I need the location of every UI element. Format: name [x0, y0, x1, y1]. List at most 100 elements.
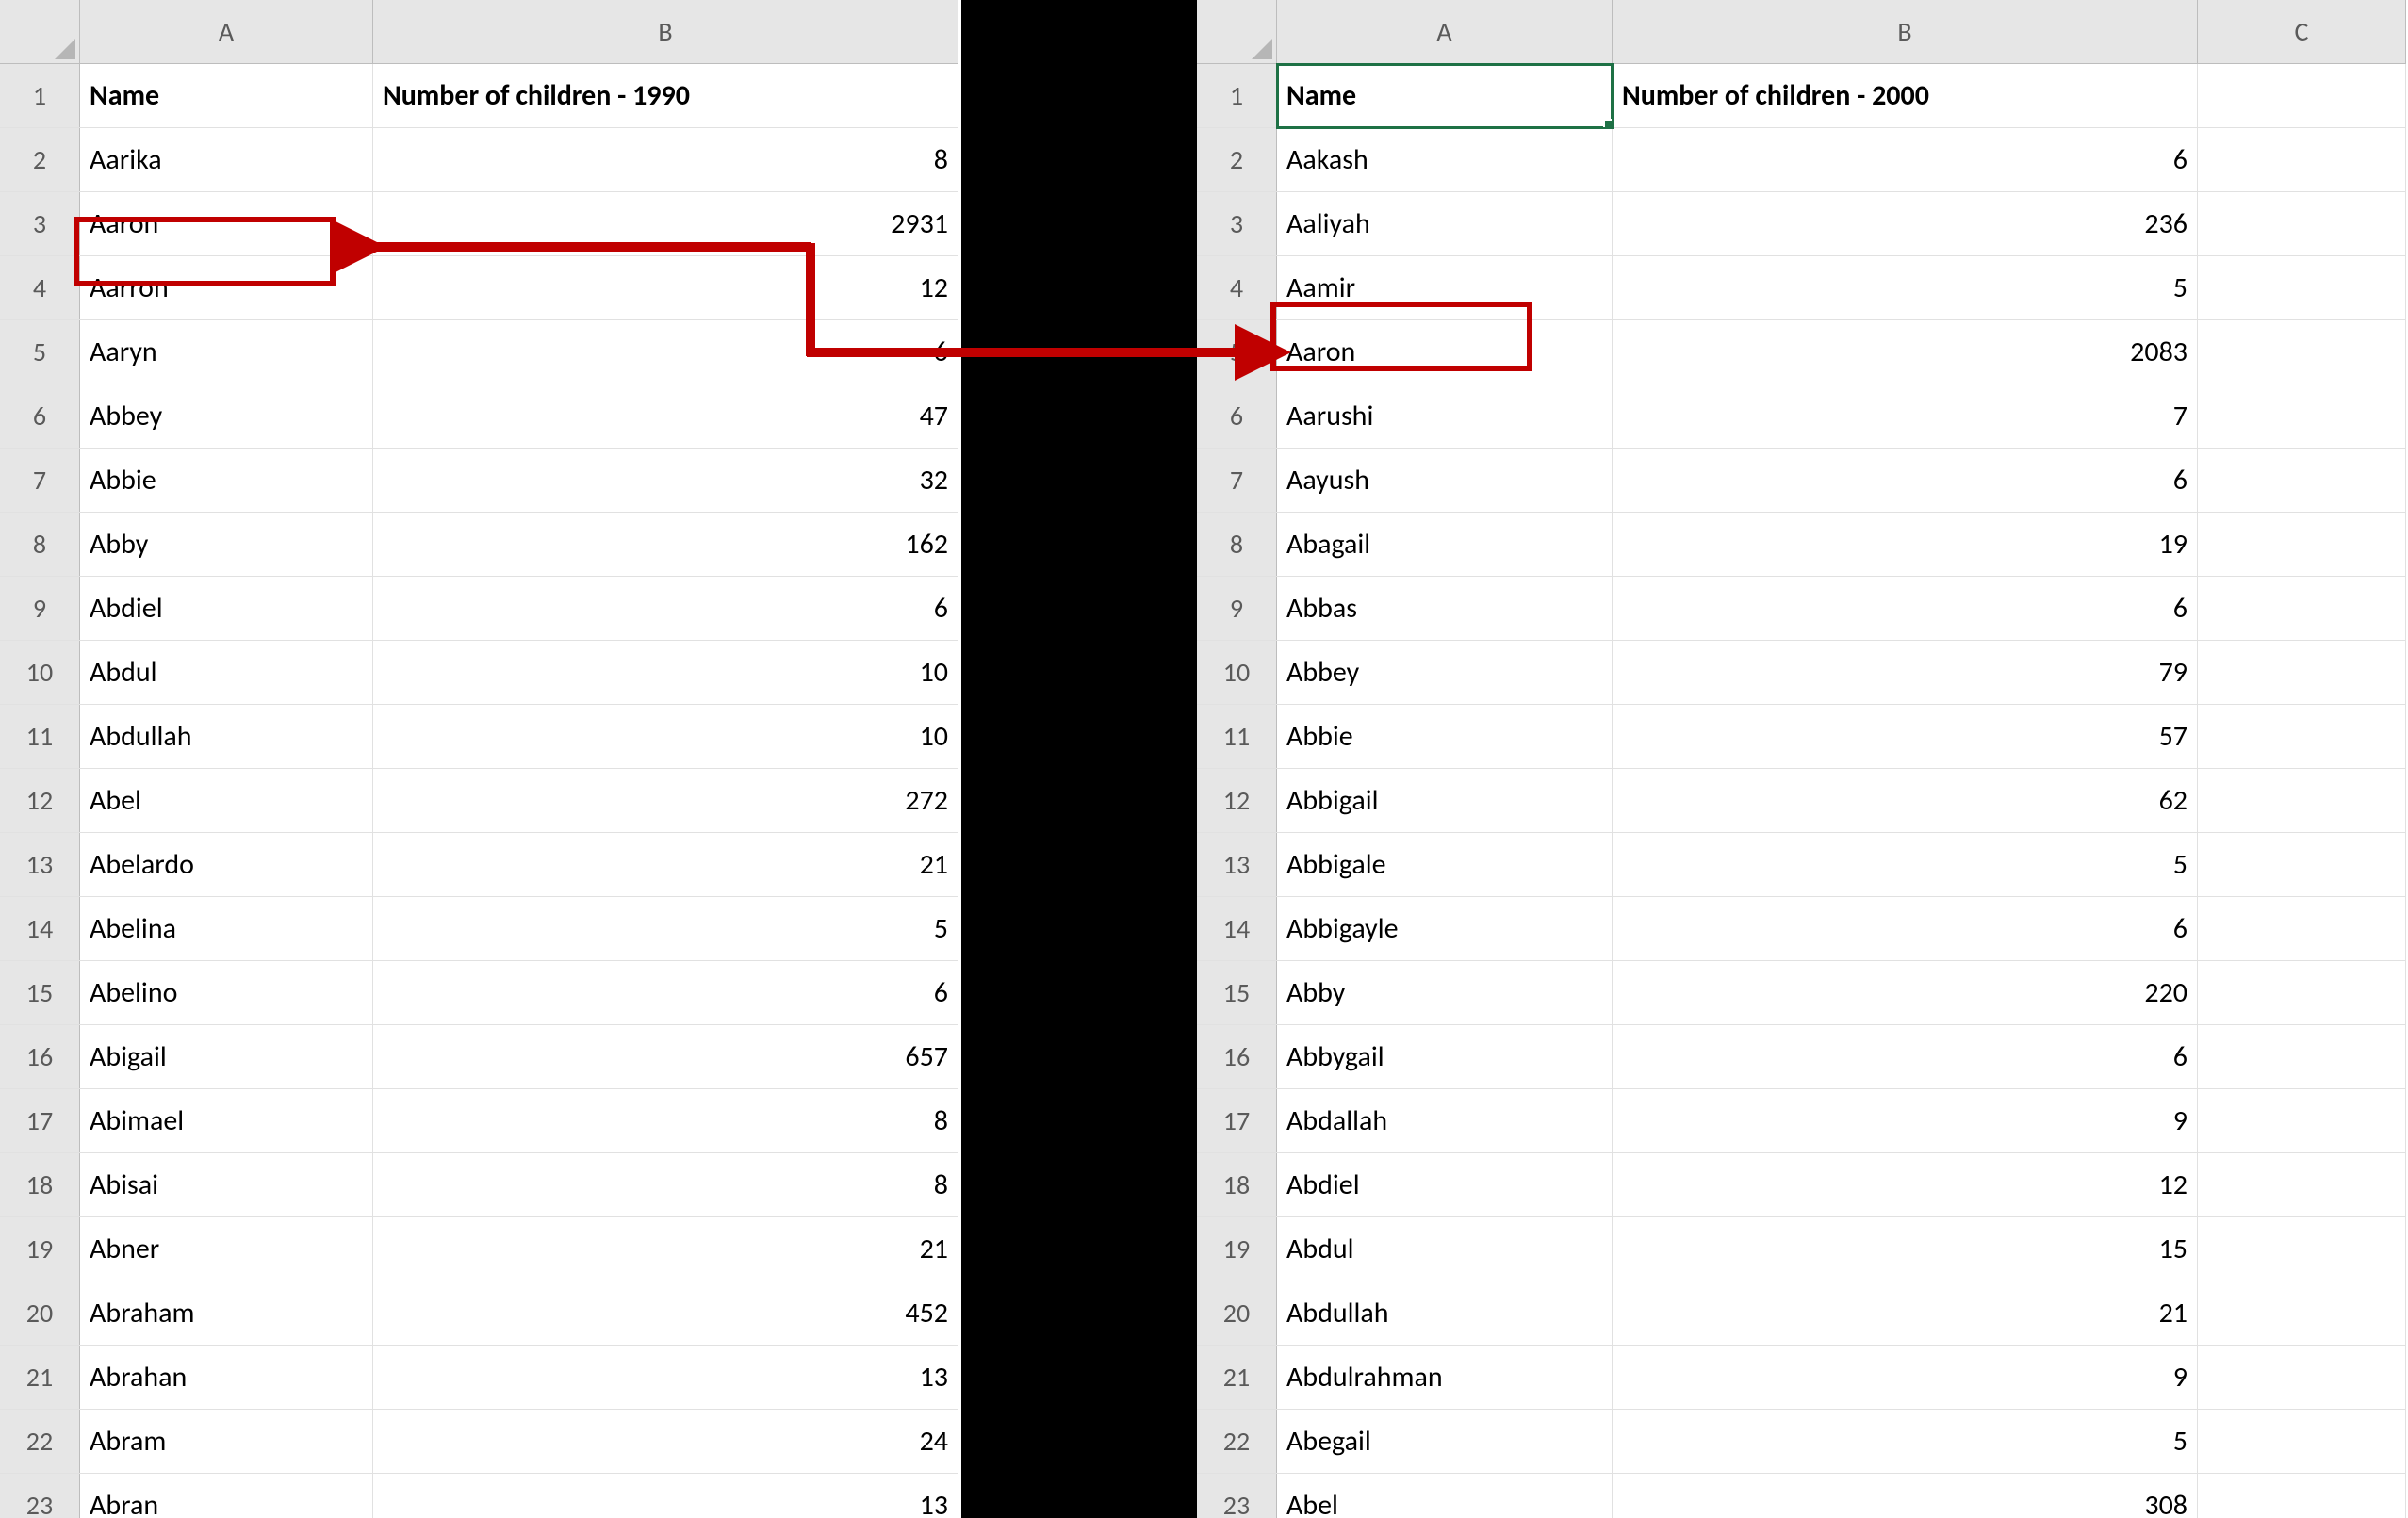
name-cell[interactable]: Abdiel — [80, 577, 373, 641]
row-header[interactable]: 22 — [1197, 1410, 1277, 1474]
name-cell[interactable]: Abner — [80, 1217, 373, 1281]
empty-cell[interactable] — [2198, 897, 2406, 961]
row-header[interactable]: 14 — [1197, 897, 1277, 961]
empty-cell[interactable] — [2198, 449, 2406, 513]
row-header[interactable]: 19 — [1197, 1217, 1277, 1281]
name-cell[interactable]: Aamir — [1277, 256, 1613, 320]
count-cell[interactable]: 308 — [1613, 1474, 2198, 1518]
row-header[interactable]: 12 — [0, 769, 80, 833]
count-cell[interactable]: 21 — [373, 1217, 958, 1281]
row-header[interactable]: 18 — [0, 1153, 80, 1217]
count-cell[interactable]: 5 — [373, 897, 958, 961]
row-header[interactable]: 11 — [0, 705, 80, 769]
empty-cell[interactable] — [2198, 833, 2406, 897]
row-header[interactable]: 23 — [1197, 1474, 1277, 1518]
count-cell[interactable]: 57 — [1613, 705, 2198, 769]
row-header[interactable]: 6 — [1197, 384, 1277, 449]
row-header[interactable]: 7 — [0, 449, 80, 513]
count-cell[interactable]: 21 — [373, 833, 958, 897]
empty-cell[interactable] — [2198, 1346, 2406, 1410]
row-header[interactable]: 14 — [0, 897, 80, 961]
count-cell[interactable]: 9 — [1613, 1346, 2198, 1410]
count-cell[interactable]: 7 — [1613, 384, 2198, 449]
name-cell[interactable]: Abbigail — [1277, 769, 1613, 833]
col-header-A[interactable]: A — [1277, 0, 1613, 64]
name-cell[interactable]: Aaron — [80, 192, 373, 256]
row-header[interactable]: 5 — [0, 320, 80, 384]
name-cell[interactable]: Abdullah — [80, 705, 373, 769]
empty-cell[interactable] — [2198, 128, 2406, 192]
count-cell[interactable]: 79 — [1613, 641, 2198, 705]
row-header[interactable]: 11 — [1197, 705, 1277, 769]
row-header[interactable]: 21 — [1197, 1346, 1277, 1410]
name-cell[interactable]: Abisai — [80, 1153, 373, 1217]
count-cell[interactable]: 24 — [373, 1410, 958, 1474]
col-header-A[interactable]: A — [80, 0, 373, 64]
empty-cell[interactable] — [2198, 64, 2406, 128]
count-cell[interactable]: 2083 — [1613, 320, 2198, 384]
row-header[interactable]: 8 — [0, 513, 80, 577]
count-cell[interactable]: 13 — [373, 1474, 958, 1518]
count-cell[interactable]: 5 — [1613, 1410, 2198, 1474]
count-cell[interactable]: 6 — [373, 320, 958, 384]
row-header[interactable]: 20 — [0, 1281, 80, 1346]
count-cell[interactable]: 9 — [1613, 1089, 2198, 1153]
row-header[interactable]: 17 — [0, 1089, 80, 1153]
row-header[interactable]: 8 — [1197, 513, 1277, 577]
count-cell[interactable]: 8 — [373, 128, 958, 192]
empty-cell[interactable] — [2198, 641, 2406, 705]
name-cell[interactable]: Abdallah — [1277, 1089, 1613, 1153]
row-header[interactable]: 1 — [0, 64, 80, 128]
empty-cell[interactable] — [2198, 961, 2406, 1025]
row-header[interactable]: 15 — [1197, 961, 1277, 1025]
row-header[interactable]: 23 — [0, 1474, 80, 1518]
name-cell[interactable]: Abegail — [1277, 1410, 1613, 1474]
name-cell[interactable]: Abran — [80, 1474, 373, 1518]
row-header[interactable]: 16 — [1197, 1025, 1277, 1089]
name-cell[interactable]: Abbie — [80, 449, 373, 513]
count-cell[interactable]: 47 — [373, 384, 958, 449]
empty-cell[interactable] — [2198, 1474, 2406, 1518]
row-header[interactable]: 2 — [0, 128, 80, 192]
count-cell[interactable]: 15 — [1613, 1217, 2198, 1281]
name-cell[interactable]: Abram — [80, 1410, 373, 1474]
name-cell[interactable]: Abbey — [80, 384, 373, 449]
empty-cell[interactable] — [2198, 1217, 2406, 1281]
header-name-cell-selected[interactable]: Name — [1277, 64, 1613, 128]
name-cell[interactable]: Abbygail — [1277, 1025, 1613, 1089]
row-header[interactable]: 20 — [1197, 1281, 1277, 1346]
name-cell[interactable]: Abdul — [1277, 1217, 1613, 1281]
name-cell[interactable]: Abrahan — [80, 1346, 373, 1410]
select-all-corner[interactable] — [0, 0, 80, 64]
count-cell[interactable]: 19 — [1613, 513, 2198, 577]
header-count-cell[interactable]: Number of children - 2000 — [1613, 64, 2198, 128]
selection-fill-handle-icon[interactable] — [1603, 119, 1613, 128]
name-cell[interactable]: Abby — [1277, 961, 1613, 1025]
count-cell[interactable]: 6 — [1613, 1025, 2198, 1089]
left-grid[interactable]: A B 1 Name Number of children - 1990 2Aa… — [0, 0, 958, 1518]
name-cell[interactable]: Abigail — [80, 1025, 373, 1089]
row-header[interactable]: 4 — [1197, 256, 1277, 320]
row-header[interactable]: 22 — [0, 1410, 80, 1474]
row-header[interactable]: 12 — [1197, 769, 1277, 833]
row-header[interactable]: 21 — [0, 1346, 80, 1410]
count-cell[interactable]: 8 — [373, 1153, 958, 1217]
name-cell[interactable]: Abimael — [80, 1089, 373, 1153]
row-header[interactable]: 6 — [0, 384, 80, 449]
empty-cell[interactable] — [2198, 1410, 2406, 1474]
name-cell[interactable]: Abelino — [80, 961, 373, 1025]
count-cell[interactable]: 21 — [1613, 1281, 2198, 1346]
row-header[interactable]: 19 — [0, 1217, 80, 1281]
name-cell[interactable]: Abel — [80, 769, 373, 833]
name-cell[interactable]: Aayush — [1277, 449, 1613, 513]
name-cell[interactable]: Abdulrahman — [1277, 1346, 1613, 1410]
empty-cell[interactable] — [2198, 1025, 2406, 1089]
name-cell[interactable]: Aakash — [1277, 128, 1613, 192]
count-cell[interactable]: 272 — [373, 769, 958, 833]
count-cell[interactable]: 5 — [1613, 256, 2198, 320]
count-cell[interactable]: 6 — [1613, 897, 2198, 961]
count-cell[interactable]: 5 — [1613, 833, 2198, 897]
name-cell[interactable]: Abdullah — [1277, 1281, 1613, 1346]
col-header-B[interactable]: B — [1613, 0, 2198, 64]
name-cell[interactable]: Abdul — [80, 641, 373, 705]
